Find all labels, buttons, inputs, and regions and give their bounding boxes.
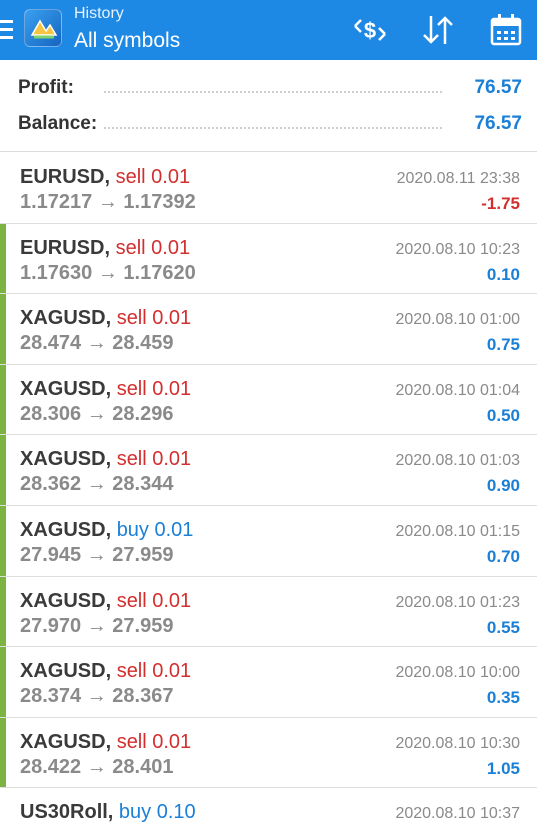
profit-label: Profit: [18, 77, 74, 98]
symbol-name: XAGUSD, [20, 307, 112, 330]
deal-time: 2020.08.10 01:00 [395, 311, 520, 329]
deal-prices: 28.362 → 28.344 [20, 473, 174, 496]
deal-time: 2020.08.10 10:00 [395, 664, 520, 682]
symbol-name: XAGUSD, [20, 660, 112, 683]
toolbar-subtitle: History [74, 5, 124, 22]
toolbar-title[interactable]: All symbols [74, 29, 180, 53]
deal-profit: 1.05 [486, 758, 520, 778]
deal-time: 2020.08.10 01:23 [395, 593, 520, 611]
deal-profit: 0.70 [486, 546, 520, 566]
deal-symbol: XAGUSD, sell 0.01 [20, 378, 191, 401]
deal-type: sell 0.01 [116, 589, 192, 612]
symbol-name: US30Roll, [20, 801, 114, 824]
deal-row[interactable]: XAGUSD, sell 0.01 28.374 → 28.367 2020.08.… [0, 647, 537, 718]
deal-prices: 1.17630 → 1.17620 [20, 261, 196, 284]
deal-profit: 0.55 [486, 617, 520, 637]
deal-type: buy 0.01 [116, 518, 194, 541]
deal-time: 2020.08.10 01:04 [395, 381, 520, 399]
deal-row[interactable]: EURUSD, sell 0.01 1.17630 → 1.17620 2020.0… [0, 223, 537, 295]
balance-value: 76.57 [474, 113, 522, 134]
deal-row[interactable]: US30Roll, buy 0.10 2020.08.10 10:37 [0, 788, 537, 828]
deal-symbol: XAGUSD, sell 0.01 [20, 731, 191, 754]
symbol-name: XAGUSD, [20, 377, 112, 400]
deal-symbol: XAGUSD, sell 0.01 [20, 448, 191, 471]
deal-prices: 28.374 → 28.367 [20, 685, 174, 708]
menu-icon[interactable] [0, 20, 13, 40]
deal-prices: 28.474 → 28.459 [20, 332, 174, 355]
deal-prices: 27.945 → 27.959 [20, 543, 174, 566]
deal-type: sell 0.01 [116, 730, 192, 753]
deal-type: buy 0.10 [118, 801, 196, 824]
deal-row[interactable]: EURUSD, sell 0.01 1.17217 → 1.17392 2020.0… [0, 153, 537, 224]
deal-profit: 0.10 [486, 264, 520, 284]
deal-type: sell 0.01 [116, 448, 192, 471]
deal-time: 2020.08.11 23:38 [396, 170, 520, 187]
deal-type: sell 0.01 [116, 307, 192, 330]
deal-symbol: XAGUSD, sell 0.01 [20, 590, 191, 613]
app-logo [24, 9, 62, 47]
deal-row[interactable]: XAGUSD, sell 0.01 27.970 → 27.959 2020.08.… [0, 576, 537, 648]
deal-symbol: XAGUSD, buy 0.01 [20, 519, 193, 542]
deal-profit: 0.35 [486, 688, 520, 708]
deal-row[interactable]: XAGUSD, sell 0.01 28.362 → 28.344 2020.08.… [0, 435, 537, 506]
profit-row: Profit: 76.57 [18, 77, 522, 101]
deal-time: 2020.08.10 01:03 [395, 452, 520, 470]
deal-symbol: XAGUSD, sell 0.01 [20, 660, 191, 683]
deal-time: 2020.08.10 10:37 [395, 805, 520, 823]
symbol-name: XAGUSD, [20, 448, 112, 471]
deal-symbol: XAGUSD, sell 0.01 [20, 307, 191, 330]
deal-time: 2020.08.10 10:30 [395, 734, 520, 752]
deal-row[interactable]: XAGUSD, sell 0.01 28.306 → 28.296 2020.08.… [0, 364, 537, 436]
account-summary: Profit: 76.57 Balance: 76.57 [0, 60, 537, 152]
deal-type: sell 0.01 [116, 377, 192, 400]
deal-prices: 28.422 → 28.401 [20, 755, 174, 778]
deal-row[interactable]: XAGUSD, sell 0.01 28.422 → 28.401 2020.08.… [0, 717, 537, 789]
symbol-name: XAGUSD, [20, 518, 112, 541]
deal-profit: -1.75 [481, 194, 520, 213]
deal-row[interactable]: XAGUSD, buy 0.01 27.945 → 27.959 2020.08.1… [0, 505, 537, 577]
deal-symbol: EURUSD, sell 0.01 [20, 166, 190, 189]
deal-profit: 0.90 [486, 476, 520, 496]
currency-exchange-icon[interactable]: $ [352, 12, 388, 48]
symbol-name: XAGUSD, [20, 589, 112, 612]
balance-row: Balance: 76.57 [18, 113, 522, 137]
dotted-leader [104, 91, 442, 93]
svg-text:$: $ [364, 18, 376, 43]
deal-profit: 0.50 [486, 405, 520, 425]
symbol-name: EURUSD, [20, 166, 111, 188]
deal-row[interactable]: XAGUSD, sell 0.01 28.474 → 28.459 2020.08.… [0, 294, 537, 365]
sort-icon[interactable] [420, 12, 456, 48]
deal-list: EURUSD, sell 0.01 1.17217 → 1.17392 2020.0… [0, 153, 537, 828]
symbol-name: EURUSD, [20, 236, 111, 259]
app-bar: History All symbols $ [0, 0, 537, 60]
balance-label: Balance: [18, 113, 98, 134]
dotted-leader [104, 127, 442, 129]
deal-type: sell 0.01 [115, 166, 191, 188]
calendar-icon[interactable] [488, 12, 524, 48]
profit-value: 76.57 [474, 77, 522, 98]
deal-time: 2020.08.10 01:15 [395, 522, 520, 540]
deal-time: 2020.08.10 10:23 [395, 240, 520, 258]
symbol-name: XAGUSD, [20, 730, 112, 753]
deal-symbol: US30Roll, buy 0.10 [20, 801, 196, 824]
deal-type: sell 0.01 [116, 660, 192, 683]
deal-prices: 27.970 → 27.959 [20, 614, 174, 637]
deal-type: sell 0.01 [115, 236, 191, 259]
deal-symbol: EURUSD, sell 0.01 [20, 237, 190, 260]
deal-profit: 0.75 [486, 335, 520, 355]
deal-prices: 28.306 → 28.296 [20, 402, 174, 425]
deal-prices: 1.17217 → 1.17392 [20, 191, 196, 213]
